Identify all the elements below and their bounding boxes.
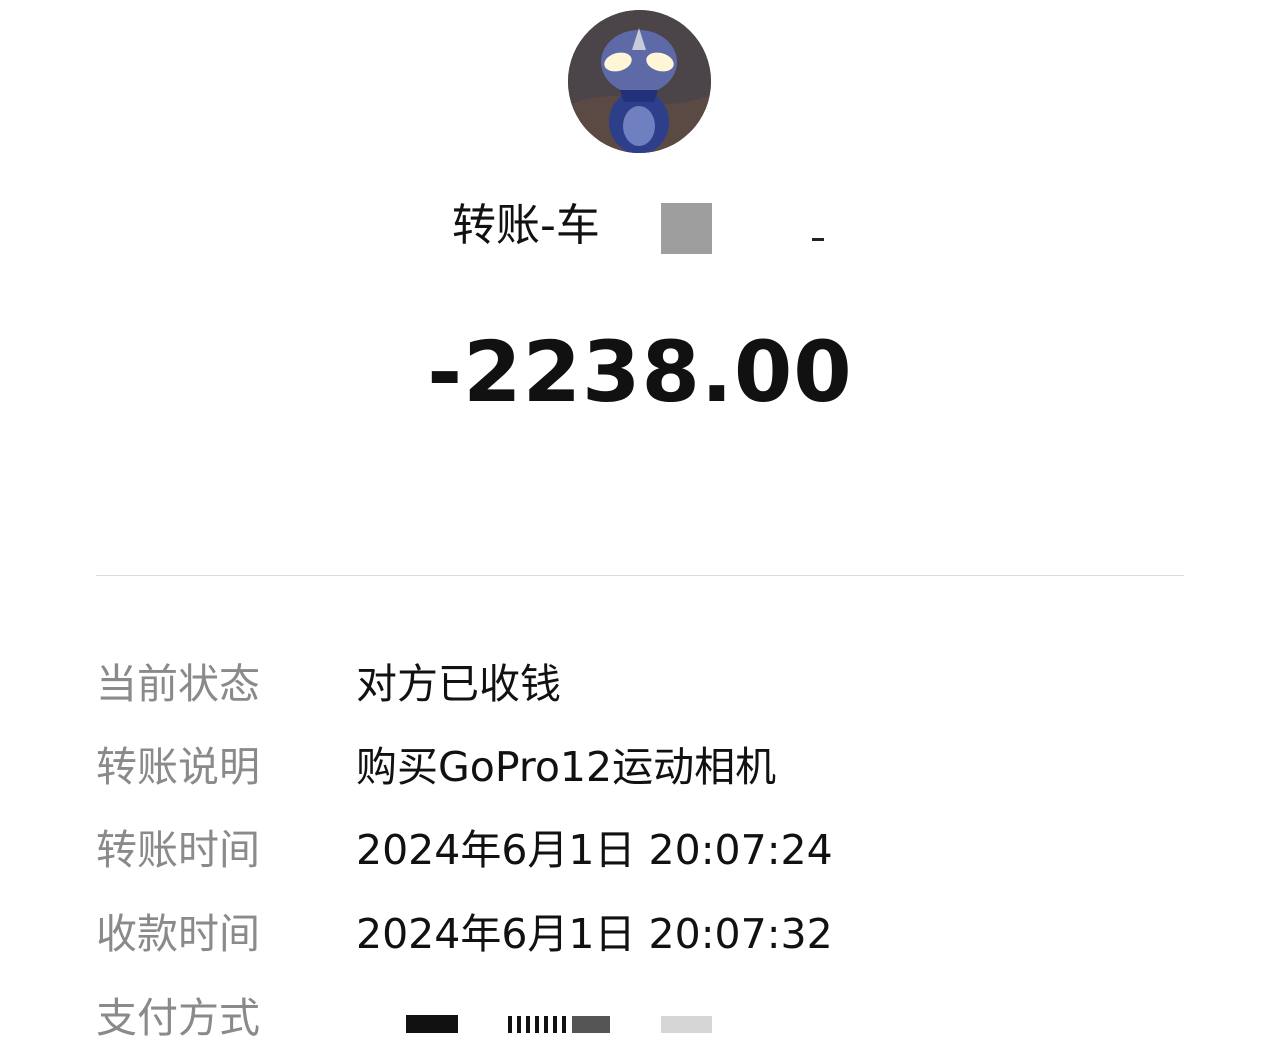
payee-avatar[interactable] (568, 10, 711, 153)
detail-label: 当前状态 (96, 660, 260, 708)
detail-row-status: 当前状态 对方已收钱 (96, 654, 1196, 714)
redaction-block (661, 1016, 712, 1033)
detail-value: 对方已收钱 (356, 660, 561, 708)
redaction-mark (812, 238, 824, 241)
payee-title-row: 转账-车 (452, 196, 832, 256)
detail-value: 2024年6月1日 20:07:24 (356, 826, 833, 874)
detail-row-receive-time: 收款时间 2024年6月1日 20:07:32 (96, 904, 1196, 964)
detail-label: 支付方式 (96, 994, 260, 1042)
divider (96, 575, 1184, 576)
redaction-block (661, 203, 712, 254)
detail-value: 购买GoPro12运动相机 (356, 743, 777, 791)
detail-label: 转账说明 (96, 743, 260, 791)
detail-label: 收款时间 (96, 910, 260, 958)
detail-row-payment-method: 支付方式 (96, 988, 1196, 1048)
transfer-amount: -2238.00 (427, 323, 853, 421)
detail-value: 2024年6月1日 20:07:32 (356, 910, 833, 958)
detail-label: 转账时间 (96, 826, 260, 874)
detail-row-transfer-time: 转账时间 2024年6月1日 20:07:24 (96, 820, 1196, 880)
payee-title: 转账-车 (452, 200, 600, 251)
detail-row-note: 转账说明 购买GoPro12运动相机 (96, 737, 1196, 797)
redaction-block (406, 1015, 458, 1033)
redaction-block (508, 1012, 610, 1033)
avatar-icon (568, 10, 711, 153)
